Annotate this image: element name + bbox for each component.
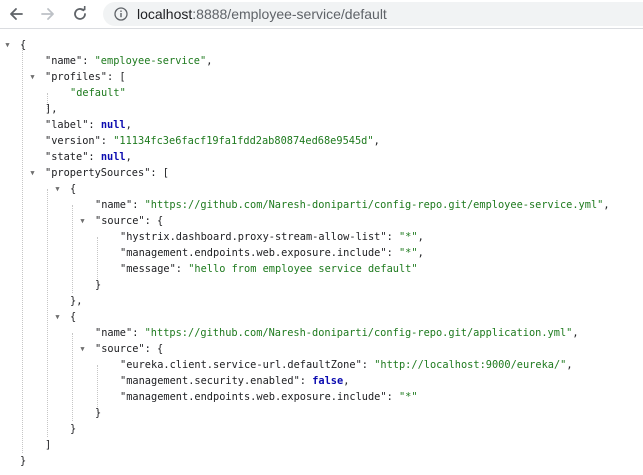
json-string: "11134fc3e6facf19fa1fdd2ab80874ed68e9545… xyxy=(113,135,374,147)
json-line: "default" xyxy=(70,85,126,101)
json-line: "propertySources": [ xyxy=(45,167,169,179)
json-string: "https://github.com/Naresh-doniparti/con… xyxy=(144,199,604,211)
json-line: "management.endpoints.web.exposure.inclu… xyxy=(120,247,424,259)
back-button[interactable] xyxy=(5,3,27,25)
json-string: "http://localhost:9000/eureka/" xyxy=(374,359,567,371)
json-line: "state": null, xyxy=(45,151,132,163)
json-key: "message" xyxy=(120,263,176,275)
json-string: "*" xyxy=(398,231,418,243)
json-key: "management.endpoints.web.exposure.inclu… xyxy=(120,247,387,259)
json-line: "management.endpoints.web.exposure.inclu… xyxy=(120,391,418,403)
indent-guide xyxy=(22,45,23,453)
json-line: "label": null, xyxy=(45,119,132,131)
json-line: { xyxy=(20,39,27,51)
json-key: "management.endpoints.web.exposure.inclu… xyxy=(120,391,387,403)
json-key: "profiles" xyxy=(45,71,107,83)
site-info-icon[interactable] xyxy=(114,7,128,21)
json-line: }, xyxy=(70,295,83,307)
json-line: "profiles": [ xyxy=(45,71,126,83)
json-line: ] xyxy=(45,439,52,451)
json-key: "name" xyxy=(45,55,83,67)
indent-guide xyxy=(72,205,73,293)
json-line: "name": "employee-service", xyxy=(45,55,213,67)
json-boolean: false xyxy=(312,375,344,387)
json-key: "source" xyxy=(95,343,145,355)
back-arrow-icon xyxy=(10,8,23,20)
json-key: "label" xyxy=(45,119,89,131)
indent-guide xyxy=(72,333,73,421)
json-key: "eureka.client.service-url.defaultZone" xyxy=(120,359,362,371)
json-line: ], xyxy=(45,103,58,115)
collapse-toggle-icon[interactable]: ▼ xyxy=(28,165,37,181)
json-key: "name" xyxy=(95,199,133,211)
json-line: } xyxy=(70,423,77,435)
collapse-toggle-icon[interactable]: ▼ xyxy=(53,181,62,197)
collapse-toggle-icon[interactable]: ▼ xyxy=(53,309,62,325)
address-bar[interactable]: localhost:8888/employee-service/default xyxy=(103,2,643,26)
url-text[interactable]: localhost:8888/employee-service/default xyxy=(137,6,387,22)
collapse-toggle-icon[interactable]: ▼ xyxy=(3,37,12,53)
json-line: { xyxy=(70,183,77,195)
json-key: "version" xyxy=(45,135,101,147)
json-line: "name": "https://github.com/Naresh-donip… xyxy=(95,199,610,211)
json-key: "management.security.enabled" xyxy=(120,375,300,387)
json-key: "name" xyxy=(95,327,133,339)
collapse-toggle-icon[interactable]: ▼ xyxy=(78,213,87,229)
json-line: "management.security.enabled": false, xyxy=(120,375,350,387)
json-string: "*" xyxy=(398,391,418,403)
url-path: :8888/employee-service/default xyxy=(192,6,387,22)
collapse-toggle-icon[interactable]: ▼ xyxy=(28,69,37,85)
json-key: "hystrix.dashboard.proxy-stream-allow-li… xyxy=(120,231,387,243)
json-string: "hello from employee service default" xyxy=(188,263,418,275)
json-key: "source" xyxy=(95,215,145,227)
browser-toolbar: localhost:8888/employee-service/default xyxy=(0,0,643,29)
json-key: "state" xyxy=(45,151,89,163)
json-string: "default" xyxy=(70,87,126,99)
reload-button[interactable] xyxy=(69,3,91,25)
json-line: { xyxy=(70,311,77,323)
json-line: } xyxy=(95,279,102,291)
json-line: "eureka.client.service-url.defaultZone":… xyxy=(120,359,573,371)
json-line: } xyxy=(20,455,27,467)
forward-arrow-icon xyxy=(41,8,54,20)
url-host: localhost xyxy=(137,6,193,22)
json-null: null xyxy=(100,119,126,131)
json-line: "source": { xyxy=(95,215,164,227)
json-string: "https://github.com/Naresh-doniparti/con… xyxy=(144,327,573,339)
json-string: "employee-service" xyxy=(94,55,207,67)
collapse-toggle-icon[interactable]: ▼ xyxy=(78,341,87,357)
json-line: "hystrix.dashboard.proxy-stream-allow-li… xyxy=(120,231,424,243)
json-viewer: ▼ ▼ ▼ ▼ ▼ ▼ ▼ { "name": "employee-servic… xyxy=(0,29,643,475)
reload-icon xyxy=(74,6,86,20)
json-null: null xyxy=(100,151,126,163)
json-string: "*" xyxy=(398,247,418,259)
json-line: "version": "11134fc3e6facf19fa1fdd2ab808… xyxy=(45,135,380,147)
indent-guide xyxy=(47,189,48,437)
json-line: "source": { xyxy=(95,343,164,355)
json-line: "name": "https://github.com/Naresh-donip… xyxy=(95,327,579,339)
json-line: "message": "hello from employee service … xyxy=(120,263,418,275)
json-line: } xyxy=(95,407,102,419)
json-key: "propertySources" xyxy=(45,167,151,179)
forward-button[interactable] xyxy=(37,3,59,25)
